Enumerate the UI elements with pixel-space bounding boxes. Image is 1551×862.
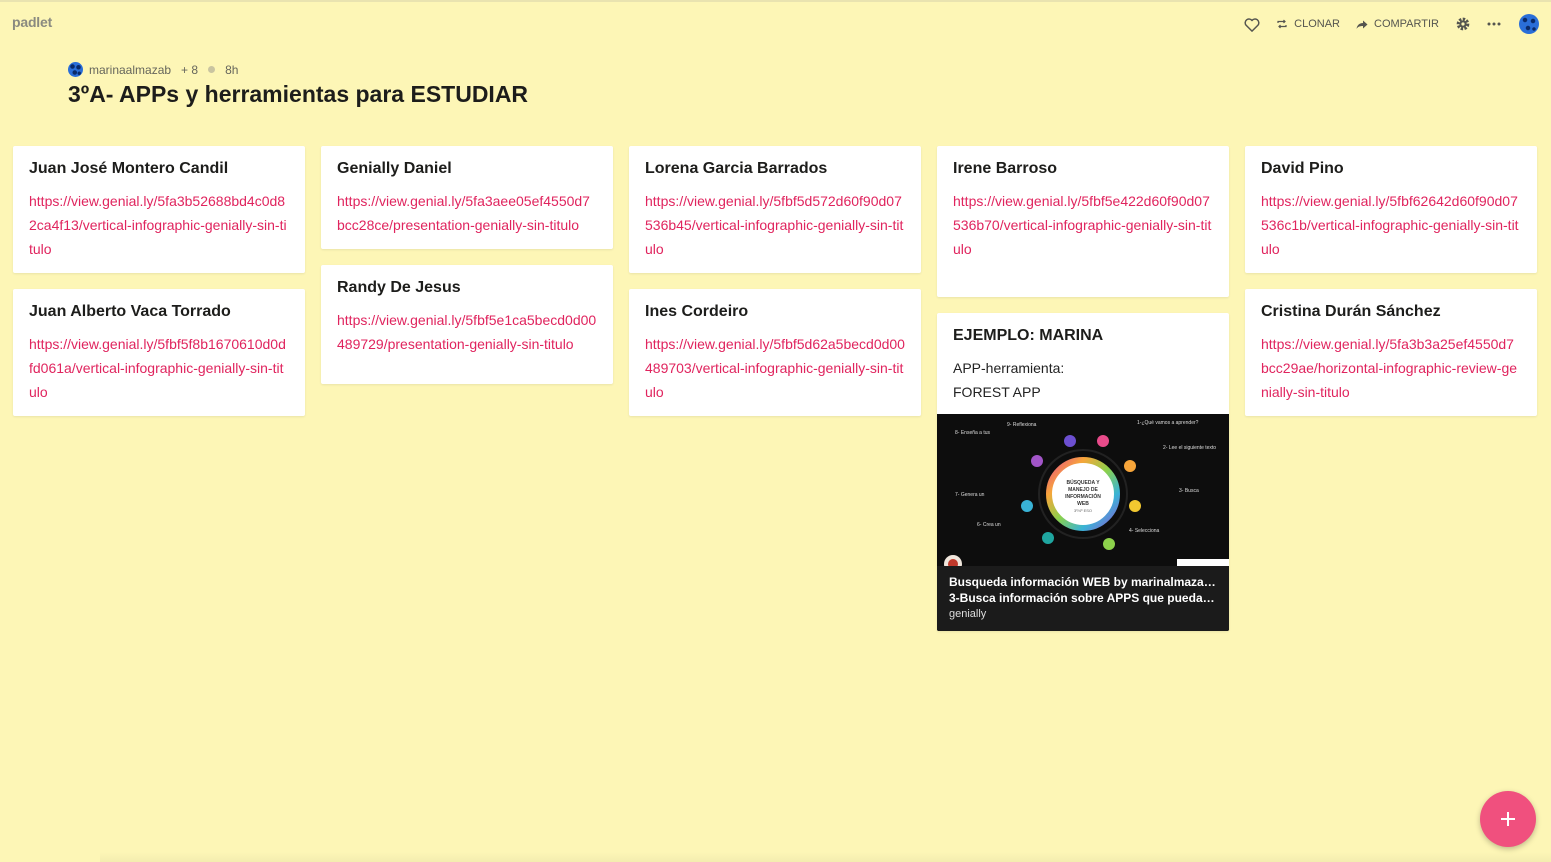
post-link[interactable]: https://view.genial.ly/5fa3b3a25ef4550d7… bbox=[1261, 332, 1521, 404]
post-card[interactable]: Irene Barroso https://view.genial.ly/5fb… bbox=[937, 146, 1229, 297]
share-arrow-icon bbox=[1356, 20, 1368, 29]
infographic-step-label: 1-¿Qué vamos a aprender? bbox=[1137, 420, 1199, 426]
link-attachment[interactable]: BÚSQUEDA Y MANEJO DE INFORMACIÓN WEB 3º/… bbox=[937, 414, 1229, 631]
board-columns: Juan José Montero Candil https://view.ge… bbox=[13, 146, 1537, 631]
separator-dot bbox=[208, 66, 216, 73]
post-card[interactable]: Genially Daniel https://view.genial.ly/5… bbox=[321, 146, 613, 249]
column: David Pino https://view.genial.ly/5fbf62… bbox=[1245, 146, 1537, 631]
post-title: Irene Barroso bbox=[953, 160, 1058, 177]
post-card[interactable]: Randy De Jesus https://view.genial.ly/5f… bbox=[321, 265, 613, 384]
clone-label: CLONAR bbox=[1294, 18, 1340, 30]
infographic-center-sub: 3º/4º ESO bbox=[1074, 508, 1092, 513]
top-border bbox=[0, 0, 1551, 2]
settings-button[interactable] bbox=[1455, 16, 1471, 32]
infographic-step-label: 9- Reflexiona bbox=[1007, 422, 1037, 428]
post-link[interactable]: https://view.genial.ly/5fbf5d572d60f90d0… bbox=[645, 189, 905, 261]
post-link[interactable]: https://view.genial.ly/5fa3b52688bd4c0d8… bbox=[29, 189, 289, 261]
post-title: David Pino bbox=[1261, 160, 1344, 177]
post-body-line: APP-herramienta: bbox=[953, 360, 1065, 376]
post-title: Lorena Garcia Barrados bbox=[645, 160, 828, 177]
svg-text:MANEJO DE: MANEJO DE bbox=[1068, 487, 1098, 493]
post-body-line: FOREST APP bbox=[953, 384, 1041, 400]
post-link[interactable]: https://view.genial.ly/5fbf5e1ca5becd0d0… bbox=[337, 308, 597, 356]
post-title: EJEMPLO: MARINA bbox=[953, 327, 1104, 344]
bottom-shadow bbox=[100, 852, 1551, 862]
infographic-thumbnail: BÚSQUEDA Y MANEJO DE INFORMACIÓN WEB 3º/… bbox=[937, 414, 1229, 566]
attachment-description: 3-Busca información sobre APPS que pueda… bbox=[949, 591, 1217, 605]
post-title: Cristina Durán Sánchez bbox=[1261, 303, 1441, 320]
infographic-step-label: 7- Genera un bbox=[955, 492, 985, 498]
attachment-preview-image: BÚSQUEDA Y MANEJO DE INFORMACIÓN WEB 3º/… bbox=[937, 414, 1229, 566]
post-title: Genially Daniel bbox=[337, 160, 452, 177]
post-link[interactable]: https://view.genial.ly/5fbf5f8b1670610d0… bbox=[29, 332, 289, 404]
post-title: Juan José Montero Candil bbox=[29, 160, 229, 177]
padlet-logo[interactable]: padlet bbox=[12, 14, 52, 30]
column: Juan José Montero Candil https://view.ge… bbox=[13, 146, 305, 631]
like-button[interactable] bbox=[1244, 17, 1260, 32]
post-title: Ines Cordeiro bbox=[645, 303, 749, 320]
svg-text:INFORMACIÓN: INFORMACIÓN bbox=[1065, 492, 1101, 500]
more-options-button[interactable] bbox=[1487, 22, 1501, 26]
post-card[interactable]: Cristina Durán Sánchez https://view.geni… bbox=[1245, 289, 1537, 416]
post-title: Randy De Jesus bbox=[337, 279, 461, 296]
post-card[interactable]: Ines Cordeiro https://view.genial.ly/5fb… bbox=[629, 289, 921, 416]
infographic-step-label: 6- Crea un bbox=[977, 522, 1001, 528]
share-label: COMPARTIR bbox=[1374, 18, 1439, 30]
top-toolbar: CLONAR COMPARTIR bbox=[1228, 12, 1539, 36]
post-card[interactable]: David Pino https://view.genial.ly/5fbf62… bbox=[1245, 146, 1537, 273]
likes-count: + 8 bbox=[181, 62, 199, 77]
author-name: marinaalmazab bbox=[89, 62, 172, 77]
post-link[interactable]: https://view.genial.ly/5fbf62642d60f90d0… bbox=[1261, 189, 1521, 261]
board-meta: marinaalmazab + 8 8h bbox=[68, 62, 238, 77]
share-button[interactable]: COMPARTIR bbox=[1356, 18, 1439, 30]
svg-text:WEB: WEB bbox=[1077, 501, 1089, 507]
post-link[interactable]: https://view.genial.ly/5fbf5d62a5becd0d0… bbox=[645, 332, 905, 404]
author-avatar bbox=[68, 62, 83, 77]
column: Genially Daniel https://view.genial.ly/5… bbox=[321, 146, 613, 631]
attachment-source: genially bbox=[949, 608, 987, 620]
post-card[interactable]: Juan Alberto Vaca Torrado https://view.g… bbox=[13, 289, 305, 416]
infographic-step-label: 8- Enseña a tus bbox=[955, 430, 991, 436]
attachment-title: Busqueda información WEB by marinalmaza … bbox=[949, 575, 1217, 589]
infographic-step-label: 3- Busca bbox=[1179, 488, 1199, 494]
post-link[interactable]: https://view.genial.ly/5fa3aee05ef4550d7… bbox=[337, 189, 597, 237]
plus-icon bbox=[1501, 812, 1515, 826]
post-card[interactable]: EJEMPLO: MARINA APP-herramienta: FOREST … bbox=[937, 313, 1229, 631]
more-horizontal-icon bbox=[1487, 22, 1501, 26]
user-avatar[interactable] bbox=[1519, 14, 1539, 34]
heart-icon bbox=[1244, 17, 1260, 32]
gear-icon bbox=[1456, 17, 1470, 31]
attachment-caption: Busqueda información WEB by marinalmaza … bbox=[937, 566, 1229, 631]
post-card[interactable]: Lorena Garcia Barrados https://view.geni… bbox=[629, 146, 921, 273]
clone-button[interactable]: CLONAR bbox=[1276, 18, 1340, 30]
board-title: 3ºA- APPs y herramientas para ESTUDIAR bbox=[68, 81, 529, 107]
board-age: 8h bbox=[225, 62, 239, 77]
post-link[interactable]: https://view.genial.ly/5fbf5e422d60f90d0… bbox=[953, 189, 1213, 261]
column: Lorena Garcia Barrados https://view.geni… bbox=[629, 146, 921, 631]
infographic-center-text: BÚSQUEDA Y bbox=[1066, 479, 1100, 486]
infographic-step-label: 4- Selecciona bbox=[1129, 528, 1160, 534]
post-title: Juan Alberto Vaca Torrado bbox=[29, 303, 231, 320]
column: Irene Barroso https://view.genial.ly/5fb… bbox=[937, 146, 1229, 631]
add-post-button[interactable] bbox=[1480, 791, 1536, 847]
post-card[interactable]: Juan José Montero Candil https://view.ge… bbox=[13, 146, 305, 273]
infographic-step-label: 2- Lee el siguiente texto bbox=[1163, 445, 1216, 451]
repeat-icon bbox=[1277, 19, 1287, 29]
